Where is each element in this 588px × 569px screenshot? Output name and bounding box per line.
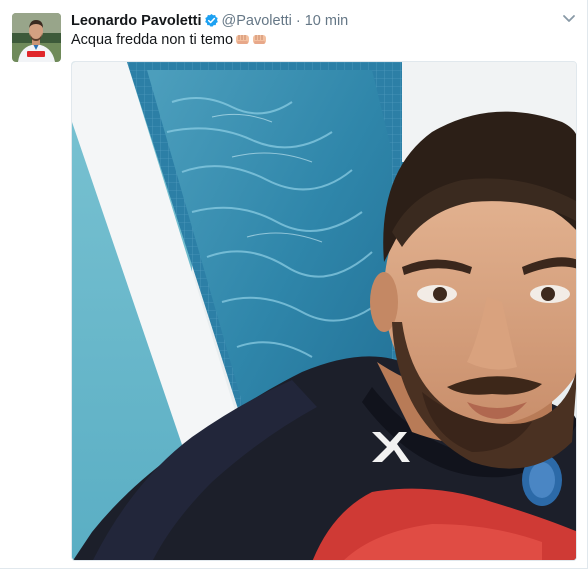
tweet-text-content: Acqua fredda non ti temo bbox=[71, 32, 234, 48]
punch-emoji-icon bbox=[252, 32, 267, 52]
tweet: Leonardo Pavoletti @Pavoletti · 10 min Acqu… bbox=[0, 0, 588, 569]
tweet-header: Leonardo Pavoletti @Pavoletti · 10 min bbox=[71, 11, 547, 31]
avatar[interactable] bbox=[12, 13, 61, 62]
separator-dot: · bbox=[295, 13, 301, 29]
tweet-timestamp[interactable]: 10 min bbox=[305, 13, 349, 29]
tweet-text: Acqua fredda non ti temo bbox=[71, 30, 267, 52]
chevron-down-icon[interactable] bbox=[561, 12, 577, 26]
author-handle[interactable]: @Pavoletti bbox=[222, 13, 292, 29]
tweet-photo[interactable] bbox=[71, 61, 577, 561]
author-name[interactable]: Leonardo Pavoletti bbox=[71, 13, 202, 29]
punch-emoji-icon bbox=[235, 32, 250, 52]
